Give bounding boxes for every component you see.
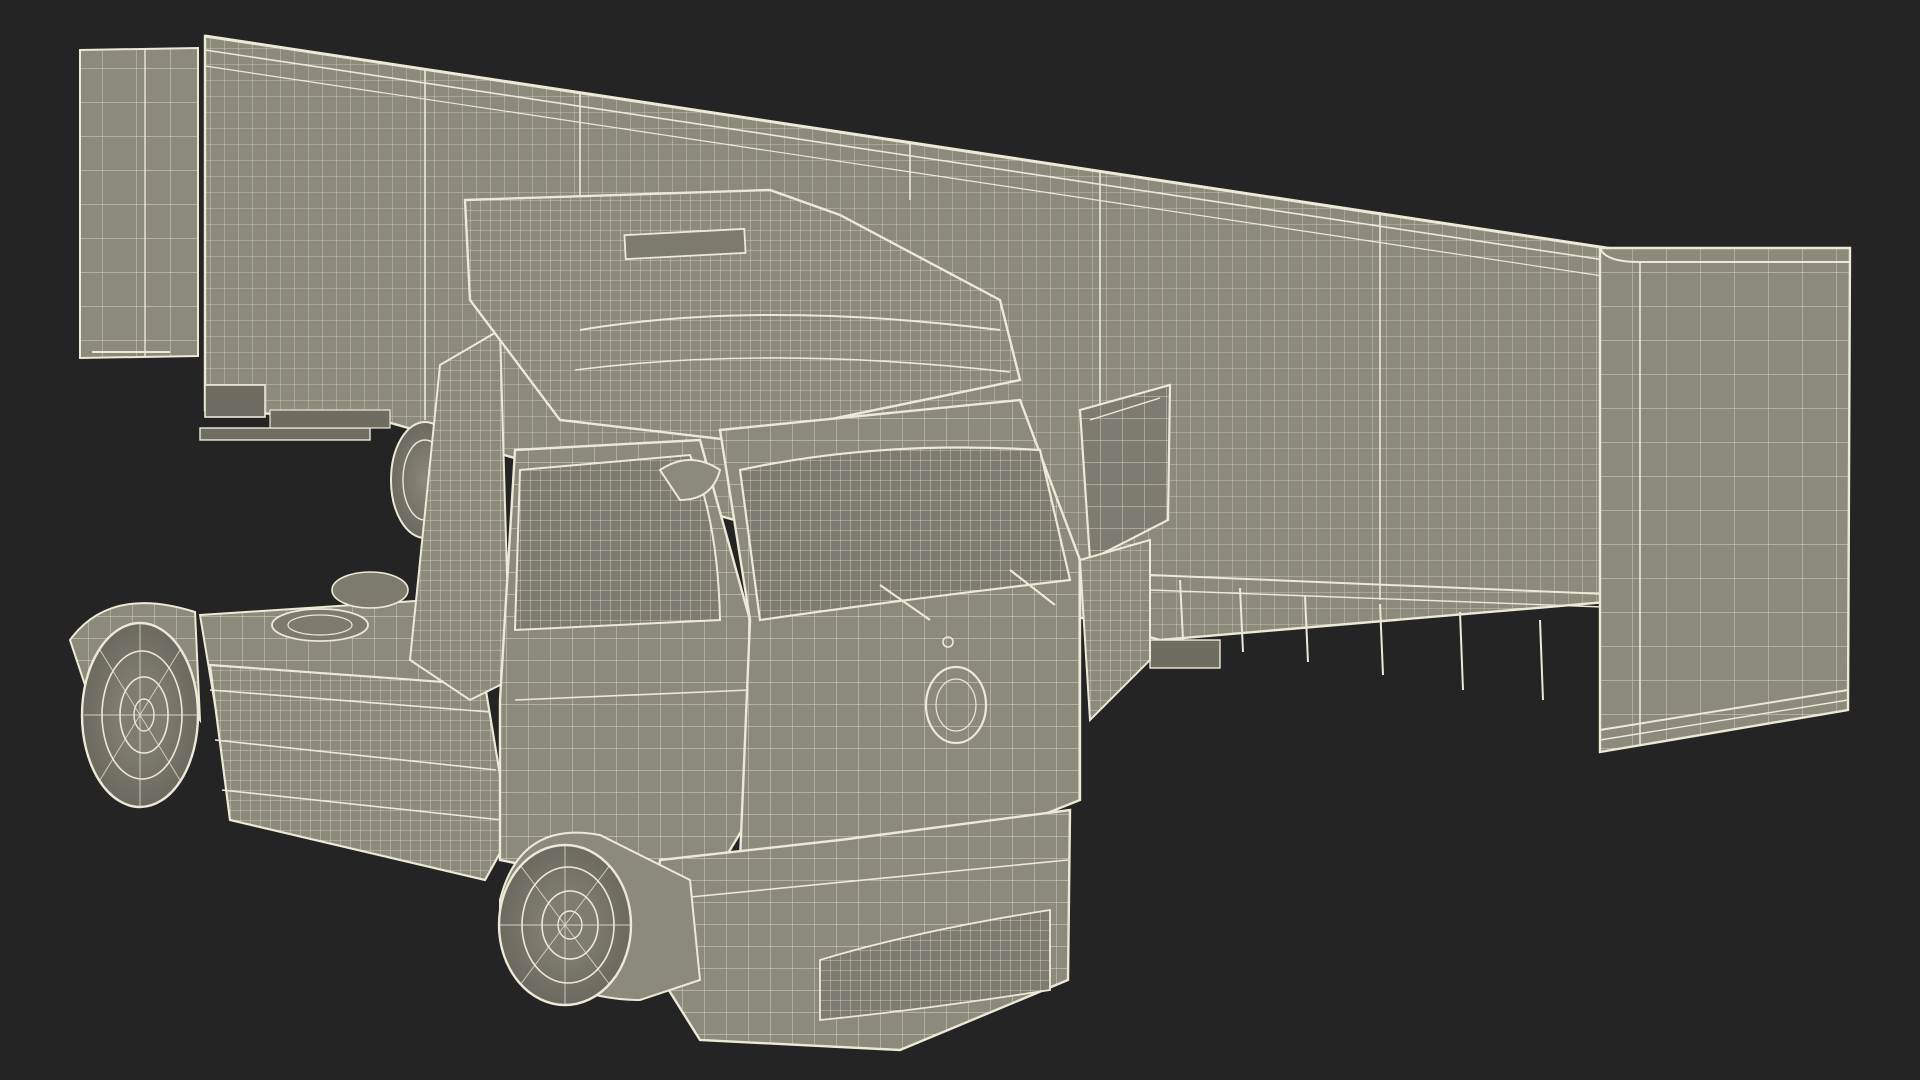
rear-wheel — [80, 621, 200, 809]
3d-viewport[interactable] — [0, 0, 1920, 1080]
trailer-rear-door — [79, 46, 199, 360]
trailer-front-panel — [1598, 246, 1852, 754]
wireframe-scene — [68, 34, 1852, 1052]
cab-front — [718, 398, 1082, 862]
